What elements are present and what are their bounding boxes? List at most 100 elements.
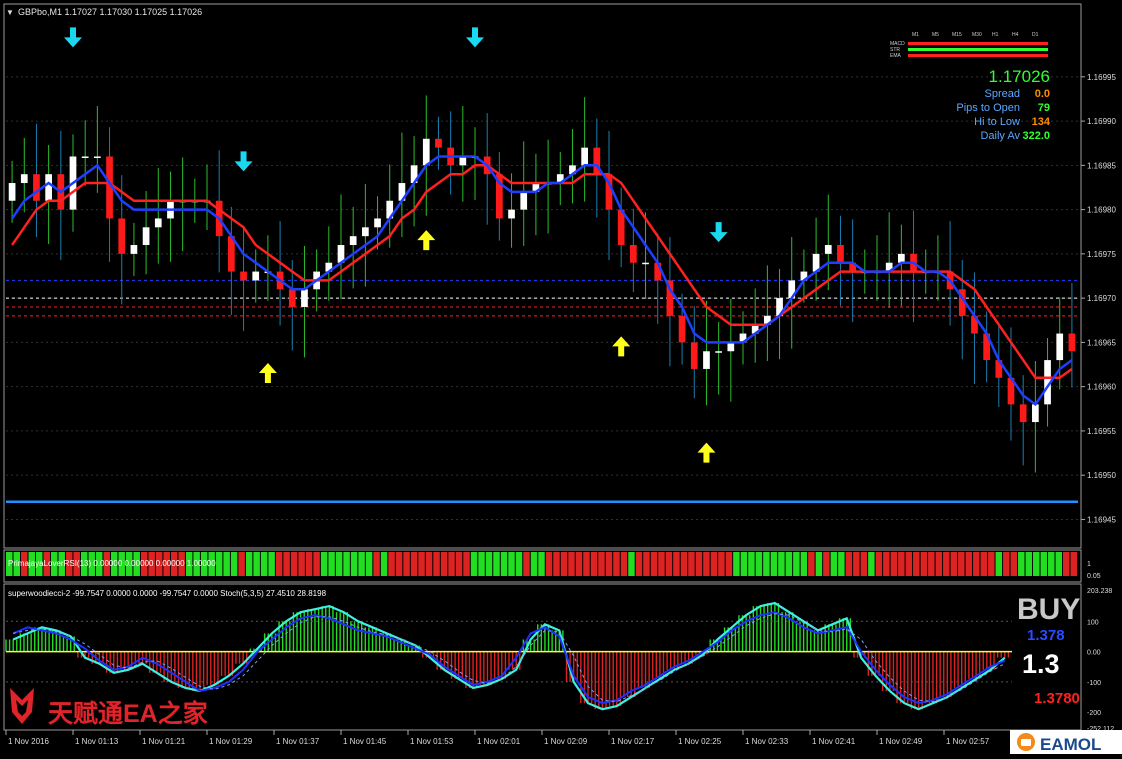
rsi-bar-53 <box>403 552 410 576</box>
rsi-bar-28 <box>215 552 223 576</box>
mtf-bar-1 <box>908 48 1048 51</box>
rsi-bar-105 <box>793 552 800 576</box>
info-label-0: Spread <box>985 88 1020 100</box>
candle-body-55 <box>678 315 686 343</box>
rsi-bar-67 <box>508 552 515 576</box>
rsi-bar-103 <box>778 552 785 576</box>
candle-body-34 <box>422 138 430 166</box>
price-label-10: 1.16945 <box>1087 515 1116 524</box>
rsi-bar-116 <box>875 552 883 576</box>
rsi-bar-95 <box>718 552 725 576</box>
rsi-bar-58 <box>440 552 448 576</box>
mtf-col-4: H1 <box>992 32 999 38</box>
time-label-7: 1 Nov 02:01 <box>477 737 521 746</box>
price-label-0: 1.16995 <box>1087 73 1116 82</box>
rsi-bar-82 <box>620 552 628 576</box>
rsi-bar-93 <box>703 552 710 576</box>
info-label-3: Daily Av <box>980 130 1020 142</box>
rsi-bar-97 <box>733 552 740 576</box>
rsi-bar-48 <box>365 552 373 576</box>
rsi-bar-59 <box>448 552 455 576</box>
price-label-8: 1.16955 <box>1087 427 1116 436</box>
rsi-bar-123 <box>928 552 935 576</box>
cci-axis-label-2: 0.00 <box>1087 650 1101 657</box>
rsi-bar-112 <box>845 552 853 576</box>
candle-body-42 <box>520 191 528 210</box>
rsi-bar-40 <box>305 552 313 576</box>
time-label-3: 1 Nov 01:29 <box>209 737 253 746</box>
rsi-bar-30 <box>230 552 238 576</box>
candle-body-2 <box>33 174 40 201</box>
rsi-bar-133 <box>1003 552 1010 576</box>
signal-value-3: 1.3780 <box>1034 690 1080 707</box>
rsi-bar-83 <box>628 552 635 576</box>
rsi-bar-84 <box>635 552 643 576</box>
rsi-bar-43 <box>328 552 335 576</box>
time-label-6: 1 Nov 01:53 <box>410 737 454 746</box>
rsi-bar-46 <box>350 552 358 576</box>
rsi-bar-98 <box>740 552 748 576</box>
candle-body-83 <box>1019 404 1027 423</box>
rsi-bar-39 <box>298 552 305 576</box>
rsi-bar-89 <box>673 552 680 576</box>
rsi-bar-29 <box>223 552 230 576</box>
candle-body-10 <box>130 245 138 254</box>
rsi-bar-81 <box>613 552 620 576</box>
rsi-bar-91 <box>688 552 695 576</box>
info-value-0: 0.0 <box>1035 88 1050 100</box>
rsi-bar-132 <box>995 552 1003 576</box>
rsi-bar-73 <box>553 552 560 576</box>
rsi-bar-137 <box>1033 552 1040 576</box>
rsi-bar-129 <box>973 552 980 576</box>
mtf-col-6: D1 <box>1032 32 1039 38</box>
price-label-2: 1.16985 <box>1087 161 1116 170</box>
rsi-bar-94 <box>710 552 718 576</box>
cci-axis-label-3: -100 <box>1087 680 1101 687</box>
chart-canvas[interactable]: 1.16995 1.16990 1.16985 1.16980 1.16975 1.169… <box>0 0 1122 754</box>
time-label-10: 1 Nov 02:25 <box>678 737 722 746</box>
rsi-bar-120 <box>905 552 913 576</box>
time-label-11: 1 Nov 02:33 <box>745 737 789 746</box>
rsi-bar-33 <box>253 552 260 576</box>
rsi-bar-60 <box>455 552 463 576</box>
candle-body-24 <box>301 289 308 307</box>
rsi-bar-71 <box>538 552 545 576</box>
price-label-4: 1.16975 <box>1087 250 1116 259</box>
rsi-bar-75 <box>568 552 575 576</box>
candle-body-52 <box>642 262 649 265</box>
rsi-bar-68 <box>515 552 523 576</box>
rsi-bar-44 <box>335 552 343 576</box>
price-label-1: 1.16990 <box>1087 117 1116 126</box>
mt4-chart-window: 1.16995 1.16990 1.16985 1.16980 1.16975 1.169… <box>0 0 1122 754</box>
candle-body-59 <box>727 342 735 352</box>
time-label-5: 1 Nov 01:45 <box>343 737 387 746</box>
rsi-bar-88 <box>665 552 673 576</box>
brand-watermark: EAMOL <box>1010 730 1122 754</box>
current-price: 1.17026 <box>989 67 1050 86</box>
time-label-0: 1 Nov 2016 <box>8 737 49 746</box>
rsi-bar-56 <box>425 552 433 576</box>
rsi-bar-118 <box>890 552 898 576</box>
buy-signal-text: BUY <box>1017 593 1080 626</box>
rsi-bar-107 <box>808 552 815 576</box>
info-value-1: 79 <box>1038 102 1050 114</box>
rsi-bar-55 <box>418 552 425 576</box>
candle-body-11 <box>142 227 150 246</box>
rsi-bar-99 <box>748 552 755 576</box>
time-label-9: 1 Nov 02:17 <box>611 737 655 746</box>
rsi-bar-109 <box>823 552 830 576</box>
time-label-8: 1 Nov 02:09 <box>544 737 588 746</box>
rsi-bar-125 <box>943 552 950 576</box>
rsi-bar-135 <box>1018 552 1025 576</box>
candle-body-37 <box>459 156 467 166</box>
rsi-bar-37 <box>283 552 290 576</box>
chevron-down-icon[interactable]: ▼ <box>6 8 14 17</box>
rsi-bar-45 <box>343 552 350 576</box>
time-label-14: 1 Nov 02:57 <box>946 737 990 746</box>
candle-body-58 <box>715 351 722 353</box>
time-axis: 1 Nov 2016 1 Nov 01:13 1 Nov 01:21 1 Nov 01… <box>5 730 1052 746</box>
time-label-2: 1 Nov 01:21 <box>142 737 186 746</box>
candle-body-73 <box>898 253 905 263</box>
time-label-12: 1 Nov 02:41 <box>812 737 856 746</box>
rsi-bar-96 <box>725 552 733 576</box>
